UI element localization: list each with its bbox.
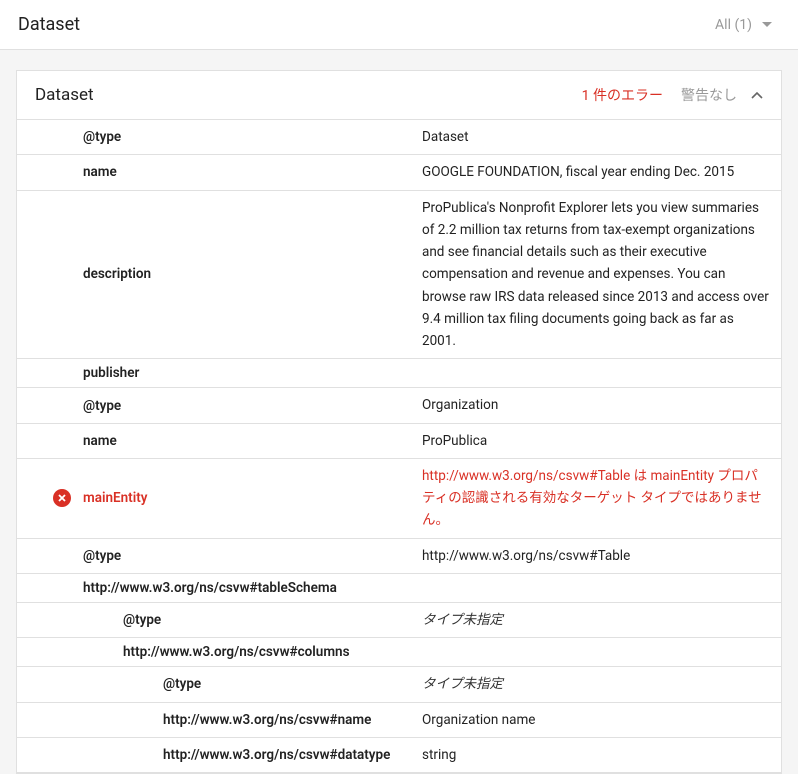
filter-dropdown[interactable]: All (1) bbox=[715, 17, 780, 33]
property-value bbox=[422, 646, 781, 658]
page-title: Dataset bbox=[18, 14, 80, 35]
property-key: name bbox=[17, 427, 422, 455]
property-value: Organization name bbox=[422, 703, 781, 737]
property-key: mainEntity bbox=[17, 484, 422, 512]
property-key: @type bbox=[17, 123, 422, 151]
chevron-up-icon bbox=[751, 92, 763, 99]
chevron-down-icon bbox=[762, 22, 772, 28]
property-value: GOOGLE FOUNDATION, fiscal year ending De… bbox=[422, 155, 781, 189]
table-row[interactable]: http://www.w3.org/ns/csvw#datatypestring bbox=[17, 738, 781, 773]
app-header: Dataset All (1) bbox=[0, 0, 798, 50]
property-key: @type bbox=[17, 542, 422, 570]
table-row[interactable]: http://www.w3.org/ns/csvw#nameOrganizati… bbox=[17, 703, 781, 738]
table-row[interactable]: nameProPublica bbox=[17, 424, 781, 459]
filter-label: All (1) bbox=[715, 17, 752, 33]
property-value: http://www.w3.org/ns/csvw#Table は mainEn… bbox=[422, 459, 781, 538]
property-key: http://www.w3.org/ns/csvw#name bbox=[17, 706, 422, 734]
property-value: string bbox=[422, 738, 781, 772]
rows-container: @typeDatasetnameGOOGLE FOUNDATION, fisca… bbox=[17, 120, 781, 773]
error-count: 1 件のエラー bbox=[582, 85, 663, 105]
table-row[interactable]: http://www.w3.org/ns/csvw#columns bbox=[17, 638, 781, 667]
property-key: @type bbox=[17, 670, 422, 698]
property-value: タイプ未指定 bbox=[422, 667, 781, 701]
table-row[interactable]: nameGOOGLE FOUNDATION, fiscal year endin… bbox=[17, 155, 781, 190]
table-row[interactable]: @typehttp://www.w3.org/ns/csvw#Table bbox=[17, 539, 781, 574]
property-value bbox=[422, 367, 781, 379]
warning-count: 警告なし bbox=[681, 85, 737, 105]
property-key: description bbox=[17, 260, 422, 288]
property-value: ProPublica bbox=[422, 424, 781, 458]
property-key: http://www.w3.org/ns/csvw#tableSchema bbox=[17, 574, 422, 602]
property-value: Dataset bbox=[422, 120, 781, 154]
property-value: Organization bbox=[422, 388, 781, 422]
table-row[interactable]: mainEntityhttp://www.w3.org/ns/csvw#Tabl… bbox=[17, 459, 781, 539]
property-value: タイプ未指定 bbox=[422, 603, 781, 637]
property-value: http://www.w3.org/ns/csvw#Table bbox=[422, 539, 781, 573]
property-key: http://www.w3.org/ns/csvw#columns bbox=[17, 638, 422, 666]
table-row[interactable]: @typeタイプ未指定 bbox=[17, 667, 781, 702]
table-row[interactable]: descriptionProPublica's Nonprofit Explor… bbox=[17, 191, 781, 360]
property-value: ProPublica's Nonprofit Explorer lets you… bbox=[422, 191, 781, 359]
table-row[interactable]: @typeDataset bbox=[17, 120, 781, 155]
panel-header[interactable]: Dataset 1 件のエラー 警告なし bbox=[17, 71, 781, 120]
property-value bbox=[422, 582, 781, 594]
table-row[interactable]: @typeOrganization bbox=[17, 388, 781, 423]
dataset-panel: Dataset 1 件のエラー 警告なし @typeDatasetnameGOO… bbox=[16, 70, 782, 774]
table-row[interactable]: http://www.w3.org/ns/csvw#tableSchema bbox=[17, 574, 781, 603]
property-key: name bbox=[17, 158, 422, 186]
table-row[interactable]: @typeタイプ未指定 bbox=[17, 603, 781, 638]
property-key: @type bbox=[17, 392, 422, 420]
property-key: @type bbox=[17, 606, 422, 634]
property-key: publisher bbox=[17, 359, 422, 387]
panel-title: Dataset bbox=[35, 85, 582, 105]
table-row[interactable]: publisher bbox=[17, 359, 781, 388]
property-key: http://www.w3.org/ns/csvw#datatype bbox=[17, 741, 422, 769]
